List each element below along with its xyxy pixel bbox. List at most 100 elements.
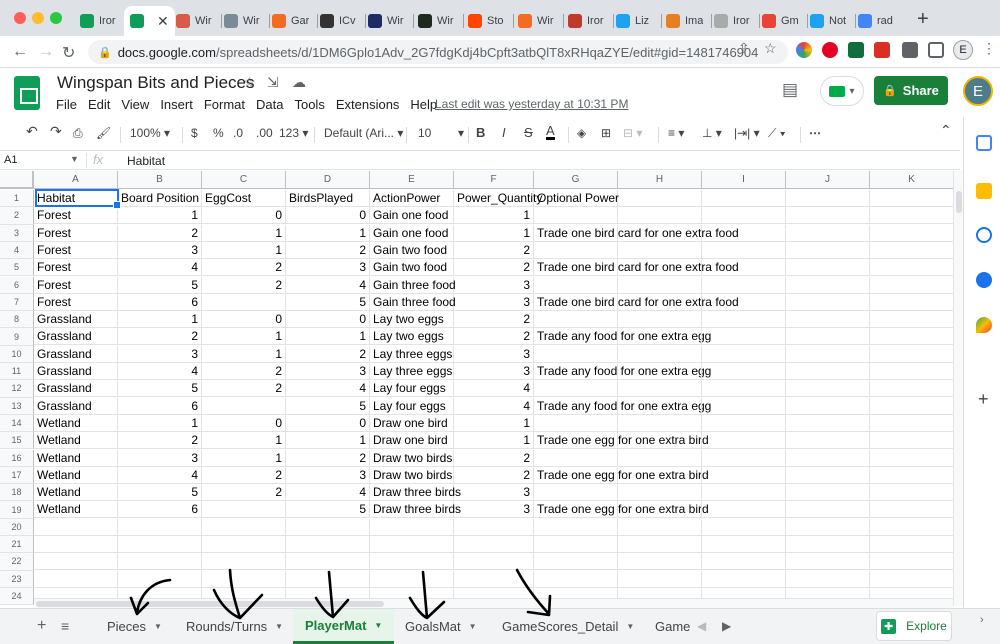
grid-cell[interactable]: 3 xyxy=(118,241,202,259)
grid-cell[interactable] xyxy=(786,241,870,259)
grid-cell[interactable] xyxy=(702,190,786,207)
grid-cell[interactable]: Lay three eggs xyxy=(370,345,454,363)
account-avatar[interactable]: E xyxy=(963,76,993,106)
grid-cell[interactable] xyxy=(202,518,286,536)
name-box[interactable]: A1 xyxy=(4,154,17,166)
grid-cell[interactable]: Forest xyxy=(34,207,118,225)
row-header[interactable]: 2 xyxy=(0,207,34,225)
grid-cell[interactable] xyxy=(202,397,286,415)
column-header[interactable]: K xyxy=(870,171,953,189)
keep-icon[interactable] xyxy=(976,183,992,199)
grid-cell[interactable] xyxy=(870,519,953,536)
grid-cell[interactable]: 1 xyxy=(118,414,202,432)
grid-cell[interactable] xyxy=(286,518,370,536)
grid-cell[interactable] xyxy=(702,414,786,432)
grid-cell[interactable]: Draw one bird xyxy=(370,414,454,432)
grid-cell[interactable]: 4 xyxy=(118,466,202,484)
grid-cell[interactable]: 1 xyxy=(454,432,534,450)
grid-cell[interactable]: Gain one food xyxy=(370,224,454,242)
grid-cell[interactable] xyxy=(786,311,870,329)
new-tab-button[interactable]: + xyxy=(917,8,929,31)
grid-cell[interactable]: Draw two birds xyxy=(370,466,454,484)
sheet-tab[interactable]: Rounds/Turns ▼ xyxy=(174,609,295,644)
grid-cell[interactable] xyxy=(786,276,870,294)
italic-button[interactable]: I xyxy=(502,125,506,140)
strikethrough-button[interactable]: S xyxy=(524,125,533,140)
row-header[interactable]: 6 xyxy=(0,276,34,294)
row-header[interactable]: 8 xyxy=(0,311,34,329)
column-header[interactable]: C xyxy=(202,171,286,189)
grid-cell[interactable]: 2 xyxy=(202,466,286,484)
grid-cell[interactable]: 2 xyxy=(454,328,534,346)
horizontal-scrollbar[interactable] xyxy=(34,598,953,608)
grid-cell[interactable]: 5 xyxy=(286,397,370,415)
grid-cell[interactable] xyxy=(870,294,953,311)
grid-cell[interactable]: 2 xyxy=(286,345,370,363)
browser-tab[interactable]: Liz xyxy=(616,6,649,36)
grid-cell[interactable]: 3 xyxy=(286,466,370,484)
share-page-icon[interactable]: ⇪ xyxy=(738,40,750,57)
grid-cell[interactable]: ActionPower xyxy=(370,190,454,207)
grid-cell[interactable] xyxy=(454,536,534,553)
browser-tab[interactable]: Wir xyxy=(176,6,212,36)
grid-cell[interactable] xyxy=(870,242,953,259)
grid-cell[interactable]: 2 xyxy=(202,276,286,294)
chevron-down-icon[interactable]: ▼ xyxy=(275,622,283,631)
row-header[interactable]: 15 xyxy=(0,432,34,450)
grid-cell[interactable] xyxy=(870,553,953,571)
grid-cell[interactable] xyxy=(618,276,702,294)
bookmark-star-icon[interactable]: ☆ xyxy=(764,40,777,57)
row-header[interactable]: 16 xyxy=(0,449,34,467)
url-bar[interactable]: 🔒 docs.google.com/spreadsheets/d/1DM6Gpl… xyxy=(88,40,788,64)
grid-cell[interactable] xyxy=(370,570,454,588)
row-header[interactable]: 22 xyxy=(0,553,34,571)
sheet-tab[interactable]: GameScores_Detail ▼ xyxy=(490,609,646,644)
extension-red-icon[interactable] xyxy=(874,42,890,58)
grid-cell[interactable]: 4 xyxy=(454,380,534,398)
horizontal-align-icon[interactable]: ≡ ▾ xyxy=(668,126,684,140)
minimize-window-button[interactable] xyxy=(32,12,44,24)
grid-cell[interactable] xyxy=(870,259,953,277)
browser-tab[interactable]: Gar xyxy=(272,6,309,36)
grid-cell[interactable] xyxy=(618,553,702,571)
grid-cell[interactable]: Trade one egg for one extra bird xyxy=(534,432,709,450)
grid-cell[interactable]: Grassland xyxy=(34,311,118,329)
sheet-tab[interactable]: GoalsMat ▼ xyxy=(393,609,489,644)
menu-item[interactable]: Tools xyxy=(294,97,324,112)
grid-cell[interactable]: Forest xyxy=(34,224,118,242)
grid-cell[interactable]: 4 xyxy=(286,380,370,398)
grid-cell[interactable] xyxy=(786,397,870,415)
grid-cell[interactable] xyxy=(202,553,286,571)
menu-item[interactable]: File xyxy=(56,97,77,112)
menu-item[interactable]: Extensions xyxy=(336,97,400,112)
vertical-scroll-thumb[interactable] xyxy=(956,191,962,213)
puzzle-extensions-icon[interactable] xyxy=(902,42,918,58)
grid-cell[interactable] xyxy=(702,259,786,277)
grid-cell[interactable]: Wetland xyxy=(34,449,118,467)
grid-cell[interactable] xyxy=(618,536,702,553)
grid-cell[interactable] xyxy=(702,432,786,450)
grid-cell[interactable] xyxy=(534,449,618,467)
row-header[interactable]: 18 xyxy=(0,484,34,502)
grid-cell[interactable]: Draw three birds xyxy=(370,484,461,502)
text-rotation-icon[interactable]: ⟋ ▾ xyxy=(768,126,786,141)
grid-cell[interactable] xyxy=(870,398,953,415)
grid-cell[interactable]: 2 xyxy=(202,363,286,380)
vertical-scrollbar[interactable] xyxy=(953,171,963,606)
grid-cell[interactable] xyxy=(286,536,370,553)
grid-cell[interactable] xyxy=(534,311,618,329)
menu-item[interactable]: Help xyxy=(410,97,437,112)
sheet-tab[interactable]: Game xyxy=(643,609,702,644)
grid-cell[interactable] xyxy=(618,224,702,242)
tasks-icon[interactable] xyxy=(976,227,992,243)
grid-cell[interactable] xyxy=(786,501,870,519)
grid-cell[interactable] xyxy=(702,345,786,363)
zoom-select[interactable]: 100% ▾ xyxy=(130,126,170,140)
grid-cell[interactable] xyxy=(870,277,953,294)
grid-cell[interactable] xyxy=(34,536,118,553)
grid-cell[interactable] xyxy=(786,224,870,242)
grid-cell[interactable]: Grassland xyxy=(34,380,118,398)
grid-cell[interactable] xyxy=(702,553,786,571)
row-header[interactable]: 3 xyxy=(0,224,34,242)
undo-icon[interactable]: ↶ xyxy=(26,123,38,140)
